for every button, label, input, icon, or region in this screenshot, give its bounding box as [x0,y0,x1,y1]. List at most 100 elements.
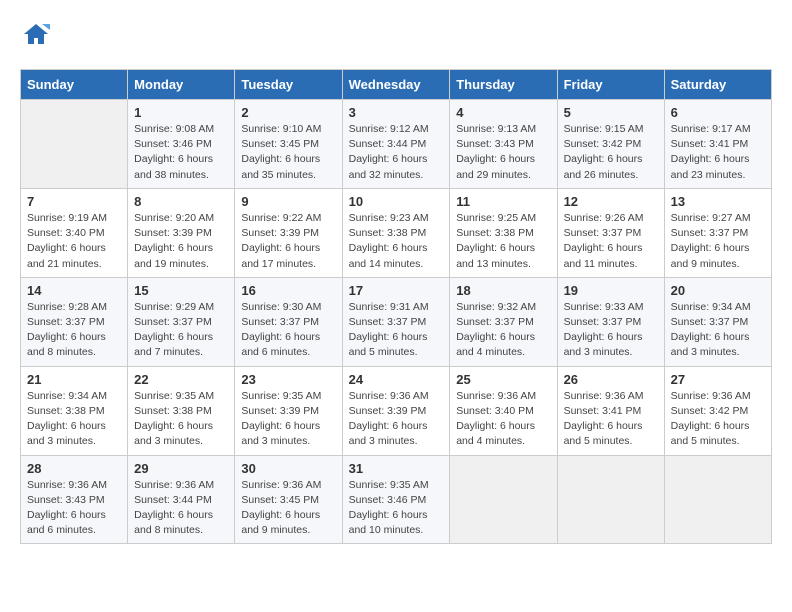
calendar-cell: 7 Sunrise: 9:19 AMSunset: 3:40 PMDayligh… [21,188,128,277]
calendar-cell: 30 Sunrise: 9:36 AMSunset: 3:45 PMDaylig… [235,455,342,544]
day-info: Sunrise: 9:12 AMSunset: 3:44 PMDaylight:… [349,122,444,183]
weekday-header-monday: Monday [128,70,235,100]
day-info: Sunrise: 9:35 AMSunset: 3:46 PMDaylight:… [349,478,444,539]
day-info: Sunrise: 9:29 AMSunset: 3:37 PMDaylight:… [134,300,228,361]
day-number: 26 [564,372,658,387]
day-number: 10 [349,194,444,209]
calendar-cell: 28 Sunrise: 9:36 AMSunset: 3:43 PMDaylig… [21,455,128,544]
calendar-cell: 1 Sunrise: 9:08 AMSunset: 3:46 PMDayligh… [128,100,235,189]
day-number: 22 [134,372,228,387]
day-info: Sunrise: 9:27 AMSunset: 3:37 PMDaylight:… [671,211,765,272]
day-info: Sunrise: 9:08 AMSunset: 3:46 PMDaylight:… [134,122,228,183]
weekday-header-tuesday: Tuesday [235,70,342,100]
day-info: Sunrise: 9:35 AMSunset: 3:39 PMDaylight:… [241,389,335,450]
logo [20,20,50,53]
day-number: 30 [241,461,335,476]
weekday-header-wednesday: Wednesday [342,70,450,100]
day-number: 12 [564,194,658,209]
day-info: Sunrise: 9:32 AMSunset: 3:37 PMDaylight:… [456,300,550,361]
day-info: Sunrise: 9:22 AMSunset: 3:39 PMDaylight:… [241,211,335,272]
day-info: Sunrise: 9:34 AMSunset: 3:38 PMDaylight:… [27,389,121,450]
day-number: 5 [564,105,658,120]
weekday-header-row: SundayMondayTuesdayWednesdayThursdayFrid… [21,70,772,100]
day-number: 8 [134,194,228,209]
day-number: 3 [349,105,444,120]
day-number: 28 [27,461,121,476]
day-number: 17 [349,283,444,298]
calendar-cell: 31 Sunrise: 9:35 AMSunset: 3:46 PMDaylig… [342,455,450,544]
calendar-week-row: 21 Sunrise: 9:34 AMSunset: 3:38 PMDaylig… [21,366,772,455]
calendar-cell: 13 Sunrise: 9:27 AMSunset: 3:37 PMDaylig… [664,188,771,277]
day-number: 23 [241,372,335,387]
calendar-week-row: 14 Sunrise: 9:28 AMSunset: 3:37 PMDaylig… [21,277,772,366]
day-info: Sunrise: 9:10 AMSunset: 3:45 PMDaylight:… [241,122,335,183]
calendar-cell: 15 Sunrise: 9:29 AMSunset: 3:37 PMDaylig… [128,277,235,366]
calendar-cell: 3 Sunrise: 9:12 AMSunset: 3:44 PMDayligh… [342,100,450,189]
calendar-week-row: 28 Sunrise: 9:36 AMSunset: 3:43 PMDaylig… [21,455,772,544]
day-info: Sunrise: 9:15 AMSunset: 3:42 PMDaylight:… [564,122,658,183]
weekday-header-friday: Friday [557,70,664,100]
calendar-cell: 8 Sunrise: 9:20 AMSunset: 3:39 PMDayligh… [128,188,235,277]
calendar-cell [664,455,771,544]
day-number: 2 [241,105,335,120]
calendar-cell [21,100,128,189]
day-number: 15 [134,283,228,298]
calendar-cell: 16 Sunrise: 9:30 AMSunset: 3:37 PMDaylig… [235,277,342,366]
calendar-cell: 26 Sunrise: 9:36 AMSunset: 3:41 PMDaylig… [557,366,664,455]
day-number: 29 [134,461,228,476]
calendar-cell: 22 Sunrise: 9:35 AMSunset: 3:38 PMDaylig… [128,366,235,455]
weekday-header-thursday: Thursday [450,70,557,100]
day-number: 27 [671,372,765,387]
day-info: Sunrise: 9:13 AMSunset: 3:43 PMDaylight:… [456,122,550,183]
day-number: 14 [27,283,121,298]
calendar-cell: 17 Sunrise: 9:31 AMSunset: 3:37 PMDaylig… [342,277,450,366]
day-info: Sunrise: 9:19 AMSunset: 3:40 PMDaylight:… [27,211,121,272]
day-info: Sunrise: 9:35 AMSunset: 3:38 PMDaylight:… [134,389,228,450]
page-header [20,20,772,53]
day-info: Sunrise: 9:36 AMSunset: 3:45 PMDaylight:… [241,478,335,539]
day-info: Sunrise: 9:36 AMSunset: 3:41 PMDaylight:… [564,389,658,450]
day-info: Sunrise: 9:36 AMSunset: 3:39 PMDaylight:… [349,389,444,450]
calendar-cell: 5 Sunrise: 9:15 AMSunset: 3:42 PMDayligh… [557,100,664,189]
calendar-cell: 23 Sunrise: 9:35 AMSunset: 3:39 PMDaylig… [235,366,342,455]
day-number: 13 [671,194,765,209]
day-info: Sunrise: 9:34 AMSunset: 3:37 PMDaylight:… [671,300,765,361]
weekday-header-saturday: Saturday [664,70,771,100]
calendar-cell [557,455,664,544]
calendar-cell: 12 Sunrise: 9:26 AMSunset: 3:37 PMDaylig… [557,188,664,277]
calendar-cell: 25 Sunrise: 9:36 AMSunset: 3:40 PMDaylig… [450,366,557,455]
calendar-cell: 14 Sunrise: 9:28 AMSunset: 3:37 PMDaylig… [21,277,128,366]
day-number: 18 [456,283,550,298]
calendar-cell: 20 Sunrise: 9:34 AMSunset: 3:37 PMDaylig… [664,277,771,366]
calendar-cell: 18 Sunrise: 9:32 AMSunset: 3:37 PMDaylig… [450,277,557,366]
day-number: 4 [456,105,550,120]
calendar-week-row: 1 Sunrise: 9:08 AMSunset: 3:46 PMDayligh… [21,100,772,189]
day-number: 7 [27,194,121,209]
day-number: 20 [671,283,765,298]
day-number: 1 [134,105,228,120]
calendar-cell [450,455,557,544]
calendar-cell: 27 Sunrise: 9:36 AMSunset: 3:42 PMDaylig… [664,366,771,455]
day-info: Sunrise: 9:17 AMSunset: 3:41 PMDaylight:… [671,122,765,183]
calendar-cell: 21 Sunrise: 9:34 AMSunset: 3:38 PMDaylig… [21,366,128,455]
calendar-cell: 9 Sunrise: 9:22 AMSunset: 3:39 PMDayligh… [235,188,342,277]
day-number: 19 [564,283,658,298]
day-number: 6 [671,105,765,120]
day-info: Sunrise: 9:36 AMSunset: 3:42 PMDaylight:… [671,389,765,450]
logo-icon [22,20,50,48]
weekday-header-sunday: Sunday [21,70,128,100]
calendar-table: SundayMondayTuesdayWednesdayThursdayFrid… [20,69,772,544]
day-info: Sunrise: 9:30 AMSunset: 3:37 PMDaylight:… [241,300,335,361]
day-number: 24 [349,372,444,387]
calendar-cell: 2 Sunrise: 9:10 AMSunset: 3:45 PMDayligh… [235,100,342,189]
day-number: 25 [456,372,550,387]
day-number: 9 [241,194,335,209]
day-number: 11 [456,194,550,209]
day-info: Sunrise: 9:25 AMSunset: 3:38 PMDaylight:… [456,211,550,272]
day-info: Sunrise: 9:33 AMSunset: 3:37 PMDaylight:… [564,300,658,361]
day-number: 21 [27,372,121,387]
calendar-cell: 10 Sunrise: 9:23 AMSunset: 3:38 PMDaylig… [342,188,450,277]
day-info: Sunrise: 9:28 AMSunset: 3:37 PMDaylight:… [27,300,121,361]
calendar-cell: 24 Sunrise: 9:36 AMSunset: 3:39 PMDaylig… [342,366,450,455]
day-info: Sunrise: 9:23 AMSunset: 3:38 PMDaylight:… [349,211,444,272]
